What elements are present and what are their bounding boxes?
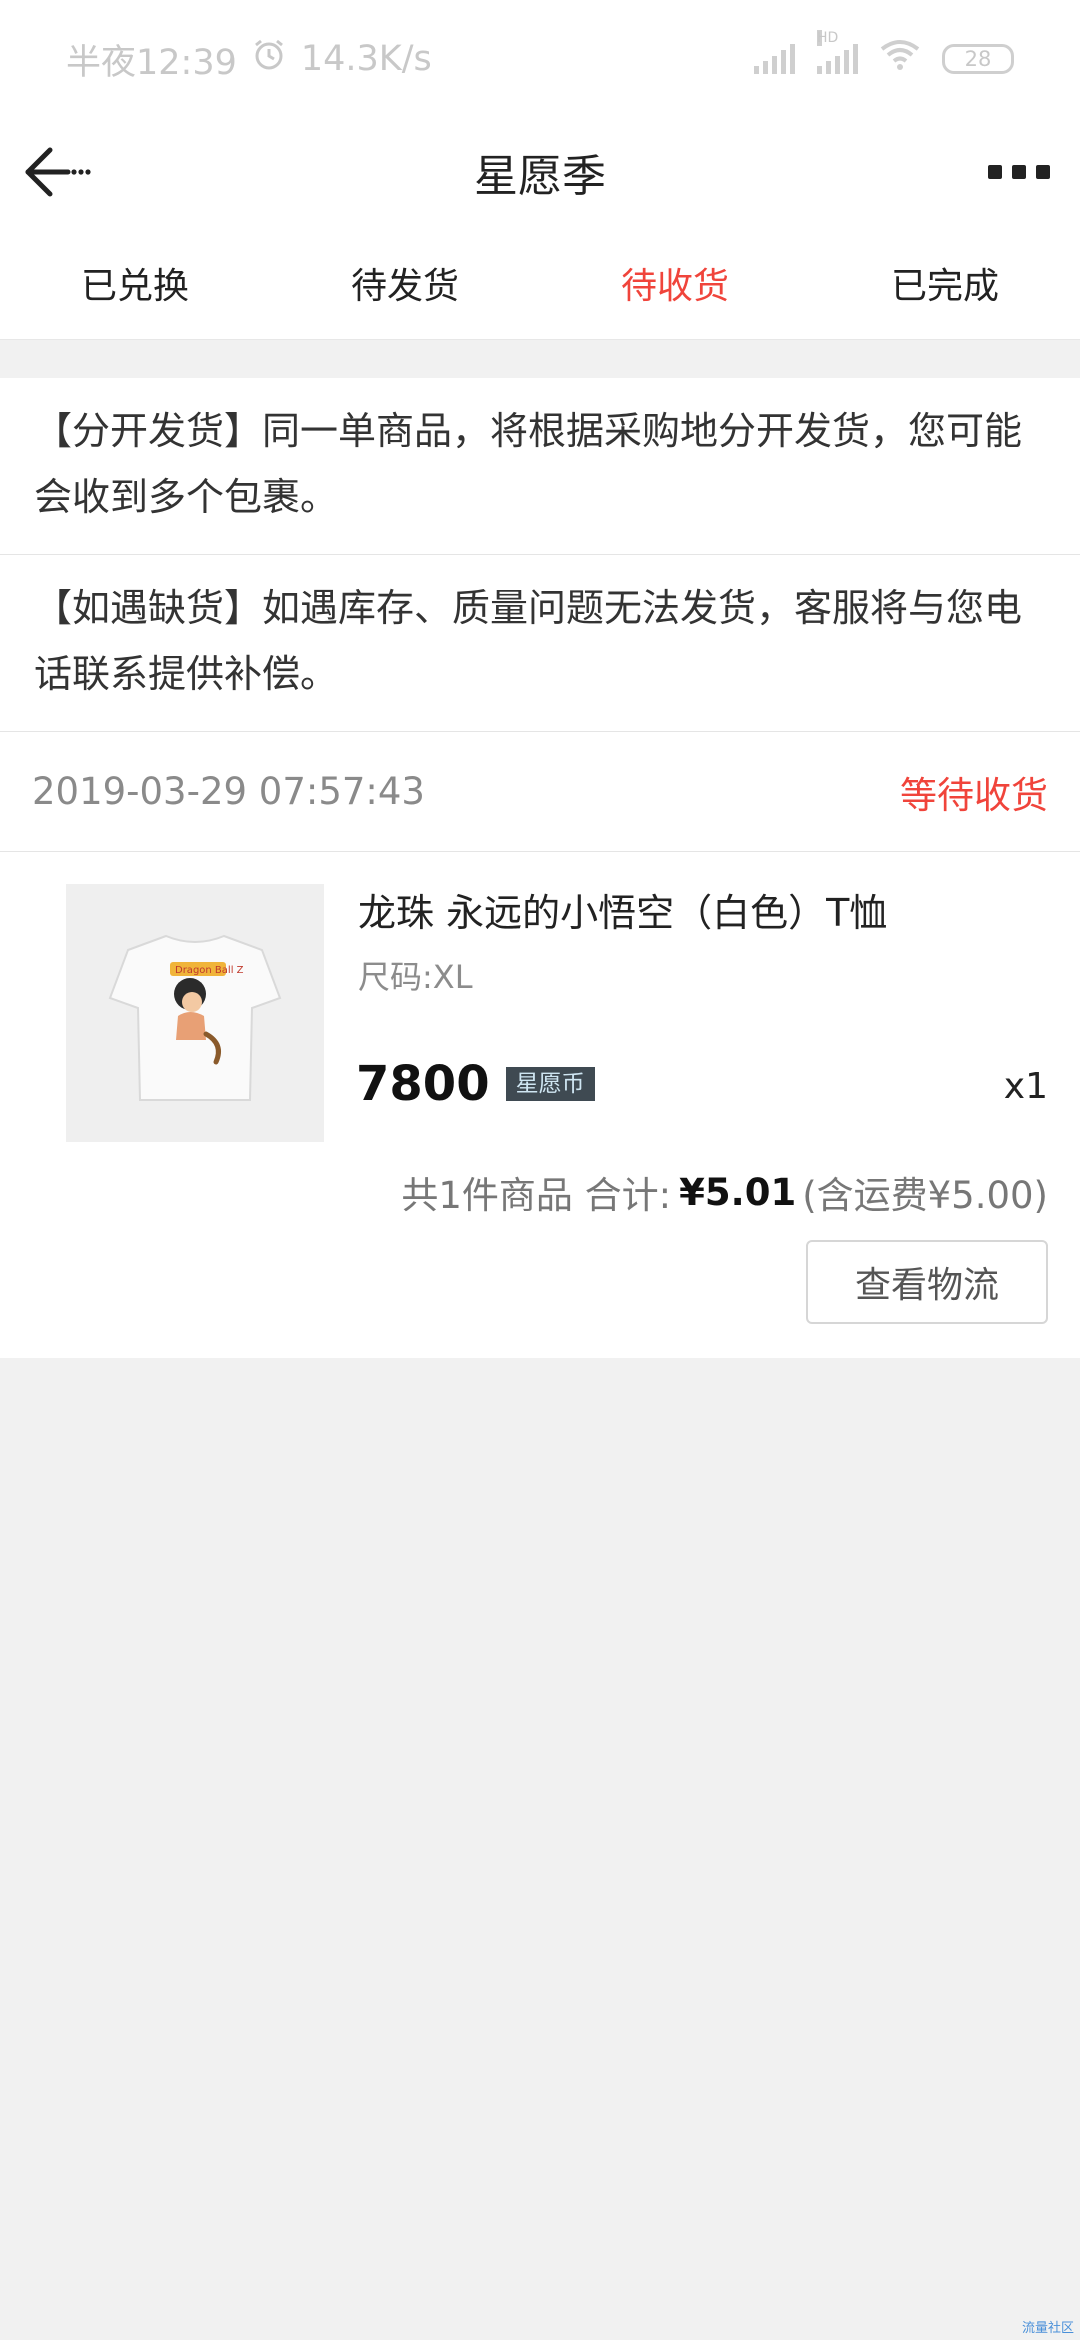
tab-to-ship[interactable]: 待发货 (270, 226, 540, 339)
price-value: 7800 (356, 1056, 490, 1112)
view-logistics-button[interactable]: 查看物流 (806, 1240, 1048, 1324)
order-tabs: 已兑换 待发货 待收货 已完成 (0, 226, 1080, 340)
summary-count: 共1件商品 合计: (401, 1174, 672, 1217)
status-time: 半夜12:39 (66, 42, 237, 83)
header-area: 半夜12:39 14.3K/s HD 28 星愿季 已兑换 待发货 待收货 已完… (0, 0, 1080, 340)
battery-level: 28 (964, 47, 992, 71)
product-price: 7800 星愿币 (356, 1056, 595, 1112)
currency-badge: 星愿币 (505, 1067, 595, 1101)
nav-bar: 星愿季 (0, 118, 1080, 226)
product-quantity: x1 (1003, 1066, 1048, 1107)
alarm-icon (251, 37, 287, 82)
back-arrow-icon[interactable] (24, 144, 96, 200)
notice-out-of-stock: 【如遇缺货】如遇库存、质量问题无法发货，客服将与您电话联系提供补偿。 (0, 555, 1080, 732)
watermark: 流量社区 (1021, 2321, 1074, 2336)
product-title[interactable]: 龙珠 永远的小悟空（白色）T恤 (358, 882, 887, 937)
more-icon[interactable] (988, 158, 1050, 186)
section-gap (0, 340, 1080, 378)
tab-to-receive[interactable]: 待收货 (540, 226, 810, 339)
tab-completed[interactable]: 已完成 (810, 226, 1080, 339)
status-bar: 半夜12:39 14.3K/s HD 28 (0, 0, 1080, 118)
signal-icon (754, 44, 795, 74)
product-thumbnail[interactable]: Dragon Ball Z (66, 884, 324, 1142)
order-item[interactable]: Dragon Ball Z 龙珠 永远的小悟空（白色）T恤 尺码:XL 7800… (0, 852, 1080, 1152)
wifi-icon (880, 39, 920, 80)
order-status: 等待收货 (900, 773, 1048, 817)
hd-label: HD (817, 30, 839, 46)
tshirt-print-text: Dragon Ball Z (175, 965, 244, 976)
order-summary: 共1件商品 合计: ¥5.01 (含运费¥5.00) (0, 1152, 1080, 1232)
summary-shipping: (含运费¥5.00) (802, 1174, 1048, 1217)
product-spec: 尺码:XL (358, 958, 473, 996)
tab-exchanged[interactable]: 已兑换 (0, 226, 270, 339)
summary-amount: ¥5.01 (679, 1170, 797, 1214)
page-title: 星愿季 (474, 151, 606, 202)
order-actions: 查看物流 (0, 1232, 1080, 1358)
signal-hd-icon: HD (817, 30, 858, 74)
battery-icon: 28 (942, 44, 1014, 74)
network-speed: 14.3K/s (300, 39, 432, 79)
order-header: 2019-03-29 07:57:43 等待收货 (0, 732, 1080, 852)
order-card: 2019-03-29 07:57:43 等待收货 Dragon Ball Z 龙… (0, 732, 1080, 1358)
order-time: 2019-03-29 07:57:43 (32, 770, 425, 813)
notice-split-shipping: 【分开发货】同一单商品，将根据采购地分开发货，您可能会收到多个包裹。 (0, 378, 1080, 555)
